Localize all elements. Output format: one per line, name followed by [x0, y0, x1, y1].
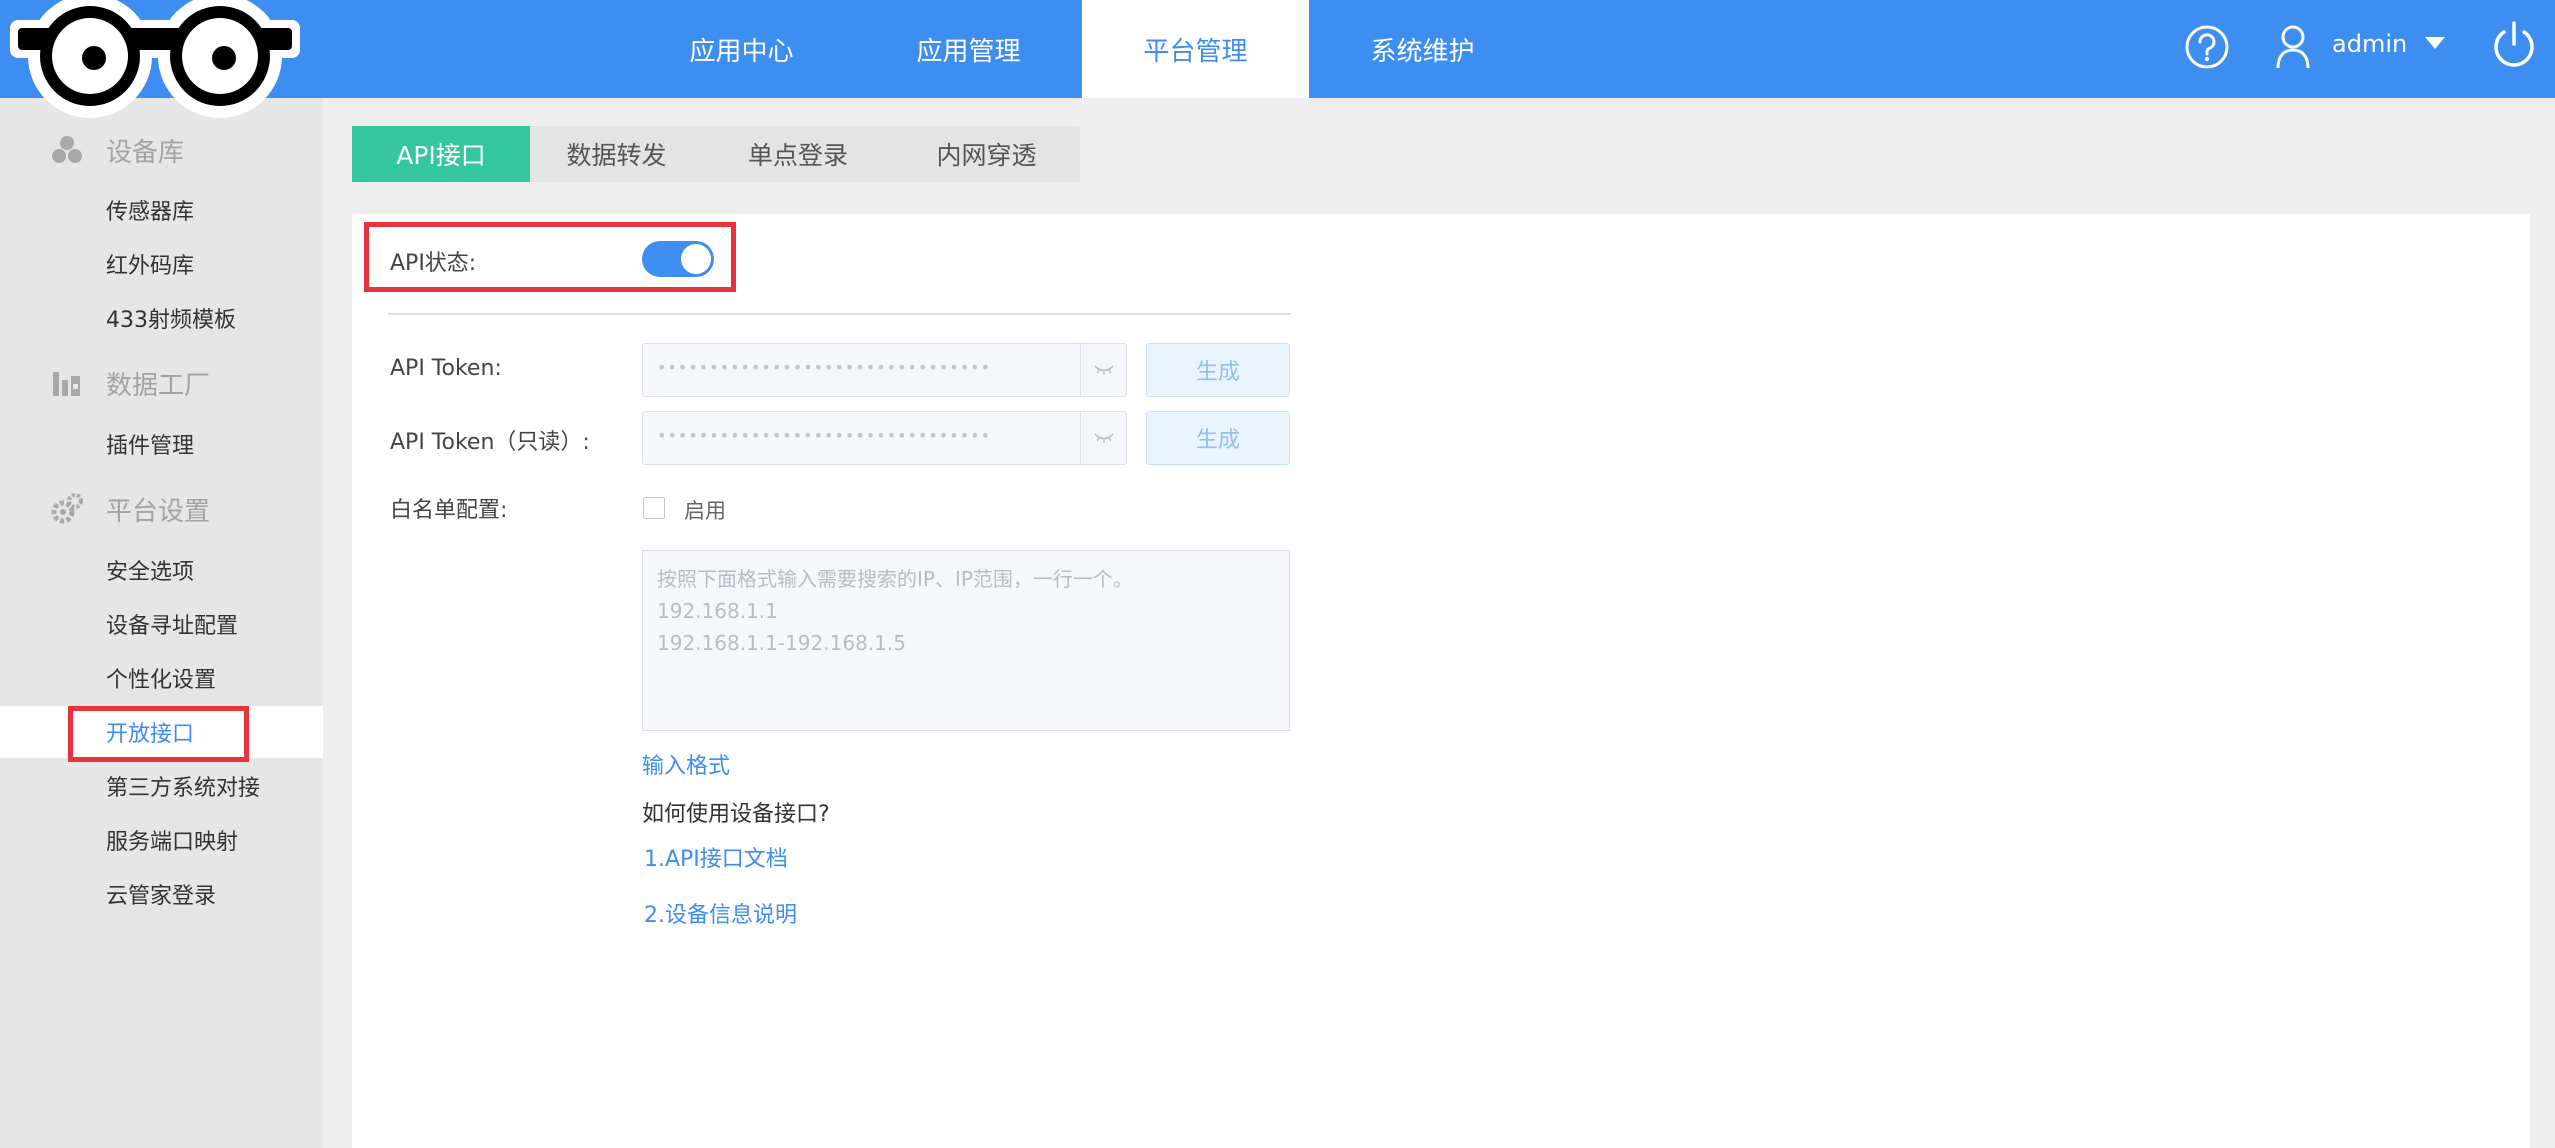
- sidebar-item-label: 服务端口映射: [106, 830, 239, 855]
- power-icon[interactable]: [2490, 20, 2538, 70]
- api-token-readonly-field[interactable]: ••••••••••••••••••••••••••••••••: [642, 411, 1127, 465]
- sidebar-item-label: 安全选项: [106, 560, 195, 585]
- sidebar-item-label: 433射频模板: [106, 308, 236, 333]
- eye-closed-icon: [1094, 365, 1114, 375]
- help-icon[interactable]: [2184, 24, 2230, 70]
- sidebar-item-433-rf-template[interactable]: 433射频模板: [0, 292, 323, 344]
- eye-closed-icon: [1094, 433, 1114, 443]
- devices-icon: [52, 136, 82, 163]
- sidebar-group-devices[interactable]: 设备库: [0, 120, 323, 180]
- whitelist-enable-label[interactable]: 启用: [684, 495, 726, 525]
- tab-api[interactable]: API接口: [352, 126, 530, 182]
- sidebar-item-label: 设备寻址配置: [106, 614, 239, 639]
- token-visibility-toggle[interactable]: [1080, 412, 1126, 464]
- factory-icon: [53, 372, 80, 396]
- api-token-label: API Token:: [390, 356, 502, 381]
- highlight-box-api-status: [364, 222, 736, 292]
- sidebar-item-security-options[interactable]: 安全选项: [0, 544, 323, 596]
- api-token-field[interactable]: ••••••••••••••••••••••••••••••••: [642, 343, 1127, 397]
- top-bar: 应用中心 应用管理 平台管理 系统维护 admin: [0, 0, 2555, 118]
- sidebar-item-label: 第三方系统对接: [106, 776, 261, 801]
- sidebar-item-label: 传感器库: [106, 200, 195, 225]
- api-doc-link[interactable]: 1.API接口文档: [644, 841, 788, 873]
- sidebar-group-label: 平台设置: [106, 496, 211, 527]
- chevron-down-icon[interactable]: [2424, 36, 2446, 50]
- generate-token-button[interactable]: 生成: [1146, 343, 1290, 397]
- username[interactable]: admin: [2332, 30, 2407, 58]
- input-format-link[interactable]: 输入格式: [642, 748, 730, 780]
- tab-bar: API接口 数据转发 单点登录 内网穿透: [352, 126, 1080, 182]
- sidebar-item-label: 红外码库: [106, 254, 195, 279]
- token-mask: ••••••••••••••••••••••••••••••••: [657, 358, 991, 377]
- sidebar-item-device-addressing[interactable]: 设备寻址配置: [0, 598, 323, 650]
- highlight-box-open-api: [68, 706, 249, 762]
- howto-text: 如何使用设备接口?: [642, 802, 830, 827]
- sidebar-item-label: 云管家登录: [106, 884, 217, 909]
- main-nav: 应用中心 应用管理 平台管理 系统维护: [628, 0, 1536, 98]
- divider: [388, 313, 1291, 315]
- sidebar-group-label: 设备库: [106, 137, 185, 168]
- whitelist-label: 白名单配置:: [390, 498, 508, 523]
- sidebar-group-platform-settings[interactable]: 平台设置: [0, 479, 323, 539]
- sidebar-item-personalization[interactable]: 个性化设置: [0, 652, 323, 704]
- gears-icon: [51, 493, 83, 524]
- sidebar-group-data-factory[interactable]: 数据工厂: [0, 353, 323, 413]
- sidebar-item-sensor-library[interactable]: 传感器库: [0, 184, 323, 236]
- token-visibility-toggle[interactable]: [1080, 344, 1126, 396]
- sidebar-item-service-port-mapping[interactable]: 服务端口映射: [0, 814, 323, 866]
- glasses-logo-icon: [10, 0, 300, 118]
- sidebar-item-cloud-login[interactable]: 云管家登录: [0, 868, 323, 920]
- nav-app-center[interactable]: 应用中心: [628, 0, 855, 98]
- sidebar-item-plugin-management[interactable]: 插件管理: [0, 418, 323, 470]
- whitelist-enable-checkbox[interactable]: [643, 497, 665, 519]
- user-icon[interactable]: [2275, 24, 2311, 70]
- tab-data-forwarding[interactable]: 数据转发: [530, 126, 703, 182]
- device-info-link[interactable]: 2.设备信息说明: [644, 897, 797, 929]
- token-mask: ••••••••••••••••••••••••••••••••: [657, 426, 991, 445]
- api-token-readonly-label: API Token（只读）:: [390, 430, 590, 455]
- sidebar-item-label: 插件管理: [106, 434, 195, 459]
- nav-system-maintenance[interactable]: 系统维护: [1309, 0, 1536, 98]
- nav-platform-management[interactable]: 平台管理: [1082, 0, 1309, 98]
- whitelist-textarea[interactable]: [642, 550, 1290, 731]
- sidebar-item-label: 个性化设置: [106, 668, 217, 693]
- sidebar-item-ir-code-library[interactable]: 红外码库: [0, 238, 323, 290]
- tab-sso[interactable]: 单点登录: [703, 126, 893, 182]
- sidebar-item-third-party-integration[interactable]: 第三方系统对接: [0, 760, 323, 812]
- generate-readonly-token-button[interactable]: 生成: [1146, 411, 1290, 465]
- tab-intranet-penetration[interactable]: 内网穿透: [893, 126, 1080, 182]
- nav-app-management[interactable]: 应用管理: [855, 0, 1082, 98]
- sidebar-group-label: 数据工厂: [106, 370, 211, 401]
